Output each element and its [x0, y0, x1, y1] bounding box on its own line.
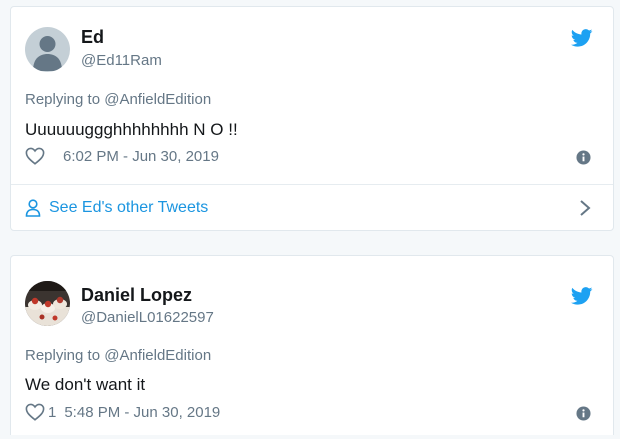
tweet-card: Ed @Ed11Ram Replying to @AnfieldEdition …	[10, 6, 614, 231]
replying-to-text[interactable]: Replying to @AnfieldEdition	[25, 91, 211, 108]
person-icon	[25, 199, 41, 217]
tweet-text: Uuuuuuggghhhhhhhh N O !!	[25, 120, 238, 139]
author-handle[interactable]: @DanielL01622597	[81, 309, 214, 326]
author-handle[interactable]: @Ed11Ram	[81, 52, 162, 69]
twitter-bird-icon[interactable]	[571, 29, 593, 47]
tweet-timestamp[interactable]: 5:48 PM - Jun 30, 2019	[64, 404, 220, 421]
food-photo-avatar	[25, 281, 70, 326]
tweet-card: Daniel Lopez @DanielL01622597 Replying t…	[10, 255, 614, 435]
tweet-meta: 1 5:48 PM - Jun 30, 2019	[25, 403, 220, 421]
tweet-meta: 6:02 PM - Jun 30, 2019	[25, 147, 219, 165]
avatar[interactable]	[25, 281, 70, 326]
author-name[interactable]: Ed	[81, 27, 104, 48]
info-icon[interactable]	[576, 406, 591, 421]
chevron-right-icon[interactable]	[579, 199, 591, 217]
replying-to-text[interactable]: Replying to @AnfieldEdition	[25, 347, 211, 364]
heart-icon[interactable]	[25, 147, 45, 165]
see-other-tweets-link[interactable]: See Ed's other Tweets	[11, 185, 613, 231]
avatar[interactable]	[25, 27, 70, 72]
tweet-text: We don't want it	[25, 375, 146, 394]
heart-icon[interactable]	[25, 403, 45, 421]
see-other-tweets-label[interactable]: See Ed's other Tweets	[49, 199, 208, 217]
tweet-timestamp[interactable]: 6:02 PM - Jun 30, 2019	[63, 148, 219, 165]
like-count: 1	[48, 403, 57, 421]
author-name[interactable]: Daniel Lopez	[81, 285, 192, 306]
default-avatar-icon	[25, 27, 70, 72]
info-icon[interactable]	[576, 150, 591, 165]
twitter-bird-icon[interactable]	[571, 287, 593, 305]
